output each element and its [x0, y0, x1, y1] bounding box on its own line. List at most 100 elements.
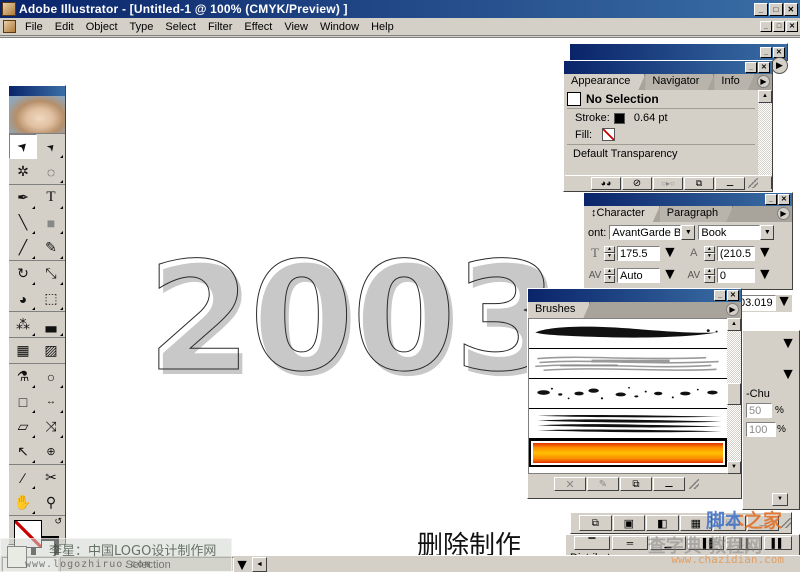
tool-zoom[interactable]: ⚲ [37, 490, 65, 515]
brushes-panel-resize-grip[interactable] [689, 479, 699, 489]
tool-column-graph[interactable]: ▃ [37, 312, 65, 337]
background-panel-minimize-button[interactable]: _ [760, 46, 772, 58]
tool-scissors[interactable]: ✂ [37, 465, 65, 490]
vertical-align-top-button[interactable]: ▔ [574, 536, 610, 550]
tool-reshape[interactable]: ↖ [9, 439, 37, 464]
font-family-value[interactable]: AvantGarde Bl [609, 225, 682, 240]
tool-pen[interactable]: ✒ [9, 185, 37, 210]
tab-appearance[interactable]: Appearance [564, 74, 645, 90]
tool-add-anchor-point[interactable]: ⊕ [37, 439, 65, 464]
tool-knife[interactable]: ∕ [9, 465, 37, 490]
tracking-chevron-down-icon[interactable]: ▼ [757, 266, 773, 284]
font-style-chevron-down-icon[interactable]: ▼ [760, 225, 775, 240]
leading-chevron-down-icon[interactable]: ▼ [757, 244, 773, 262]
tool-line-segment[interactable]: ╲ [9, 210, 37, 235]
brushes-panel-minimize-button[interactable]: _ [714, 290, 726, 301]
background-panel-close-button[interactable]: ✕ [773, 46, 785, 58]
status-tool-chevron-down-icon[interactable]: ▼ [234, 557, 250, 572]
tool-slice[interactable]: □ [9, 389, 37, 414]
font-family-combo[interactable]: AvantGarde Bl ▼ [609, 225, 696, 240]
brushes-panel-close-button[interactable]: ✕ [727, 290, 739, 301]
font-size-value[interactable]: 175.5 [617, 245, 660, 261]
tab-brushes[interactable]: Brushes [528, 302, 590, 318]
menu-item-view[interactable]: View [278, 20, 314, 34]
subtract-from-shape-area-button[interactable]: ▣ [612, 515, 646, 531]
brushes-panel-title-bar[interactable]: _ ✕ [528, 289, 741, 302]
tool-direct-selection[interactable]: ➤ [37, 134, 65, 159]
appearance-panel-flyout-icon[interactable]: ▶ [757, 75, 770, 88]
font-family-chevron-down-icon[interactable]: ▼ [681, 225, 696, 240]
brush-item-orange-gradient-art[interactable] [529, 439, 727, 467]
horizontal-align-center-button[interactable]: ║║ [726, 536, 762, 550]
tool-blend[interactable]: ○ [37, 364, 65, 389]
tool-shear[interactable]: ▱ [9, 414, 37, 439]
duplicate-selected-item-button[interactable]: ⧉ [684, 176, 714, 190]
document-icon[interactable] [3, 20, 16, 33]
tracking-value[interactable]: 0 [716, 267, 755, 283]
tool-measure[interactable]: ↔ [37, 389, 65, 414]
kerning-value[interactable]: Auto [617, 267, 660, 283]
zoom-level-field[interactable] [2, 556, 58, 572]
tool-mesh[interactable]: ▦ [9, 338, 37, 363]
add-to-shape-area-button[interactable]: ⧉ [579, 515, 612, 531]
menu-item-file[interactable]: File [19, 20, 49, 34]
tracking-stepper[interactable]: ▲ ▼ [703, 267, 715, 283]
font-size-stepper[interactable]: ▲ ▼ [604, 245, 615, 261]
new-brush-button[interactable]: ⧉ [620, 477, 652, 491]
artwork-text-2003[interactable]: 2003 [146, 243, 558, 394]
tool-rectangle[interactable]: ■ [37, 210, 65, 235]
pathfinder-delete-button[interactable]: ⚊ [746, 515, 780, 531]
appearance-panel-close-button[interactable]: ✕ [758, 62, 770, 73]
minimize-button[interactable]: _ [754, 2, 768, 16]
hidden-panel-chevron-1-icon[interactable]: ▼ [780, 335, 796, 353]
menu-item-type[interactable]: Type [124, 20, 160, 34]
horizontal-align-right-button[interactable]: ▌▌ [764, 536, 792, 550]
menu-item-window[interactable]: Window [314, 20, 365, 34]
exclude-overlapping-shape-areas-button[interactable]: ▦ [679, 515, 713, 531]
brushes-panel-scrollbar[interactable]: ▲ ▼ [727, 318, 741, 474]
toolbox-title-bar[interactable] [9, 86, 65, 96]
leading-stepper[interactable]: ▲ ▼ [703, 245, 715, 261]
character-panel-close-button[interactable]: ✕ [778, 194, 790, 205]
pathfinder-expand-button[interactable]: ⧉ [713, 515, 746, 531]
document-restore-button[interactable]: □ [773, 21, 785, 32]
tab-info[interactable]: Info [714, 74, 754, 90]
appearance-panel-minimize-button[interactable]: _ [745, 62, 757, 73]
brush-item-charcoal[interactable] [529, 349, 727, 379]
menu-item-edit[interactable]: Edit [49, 20, 80, 34]
font-size-chevron-down-icon[interactable]: ▼ [662, 244, 678, 262]
appearance-panel-title-bar[interactable]: _ ✕ [564, 61, 772, 74]
menu-item-filter[interactable]: Filter [202, 20, 238, 34]
character-panel-flyout-icon[interactable]: ▶ [777, 207, 790, 220]
new-art-basic-appearance-button[interactable]: ◕◕ [591, 176, 621, 190]
tool-eyedropper[interactable]: ⚗ [9, 364, 37, 389]
intersect-shape-areas-button[interactable]: ◧ [646, 515, 679, 531]
hidden-right-panel-scroll-down-icon[interactable]: ▼ [772, 493, 788, 506]
document-minimize-button[interactable]: _ [760, 21, 772, 32]
brushes-scroll-down-icon[interactable]: ▼ [727, 461, 741, 474]
fill-swatch[interactable] [14, 520, 42, 548]
tool-symbol-sprayer[interactable]: ⁂ [9, 312, 37, 337]
character-panel-minimize-button[interactable]: _ [765, 194, 777, 205]
fill-color-swatch[interactable] [602, 128, 616, 141]
stroke-weight-value[interactable]: 0.64 pt [634, 112, 668, 124]
tool-selection[interactable]: ➤ [9, 134, 37, 159]
menu-item-object[interactable]: Object [80, 20, 124, 34]
status-tool-combo[interactable]: Selection ▼ [60, 556, 250, 572]
brushes-panel-flyout-icon[interactable]: ▶ [726, 303, 739, 316]
tab-navigator[interactable]: Navigator [645, 74, 714, 90]
horizontal-scroll-left-button[interactable]: ◄ [252, 556, 267, 572]
tab-paragraph[interactable]: Paragraph [660, 206, 733, 222]
background-panel-title-bar[interactable]: _ ✕ [570, 44, 787, 60]
menu-item-select[interactable]: Select [159, 20, 202, 34]
leading-value[interactable]: (210.5 [716, 245, 755, 261]
tool-scale[interactable]: ⤡ [37, 261, 65, 286]
reduce-to-basic-appearance-button[interactable]: ○▸○ [653, 176, 683, 190]
tool-reflect[interactable]: ⤨ [37, 414, 65, 439]
hidden-panel-value-100[interactable]: 100 [746, 422, 776, 437]
kerning-stepper[interactable]: ▲ ▼ [604, 267, 615, 283]
menu-item-effect[interactable]: Effect [238, 20, 278, 34]
tool-hand[interactable]: ✋ [9, 490, 37, 515]
delete-brush-button[interactable]: ⚊ [653, 477, 685, 491]
pathfinder-panel-resize-grip[interactable] [781, 518, 792, 528]
